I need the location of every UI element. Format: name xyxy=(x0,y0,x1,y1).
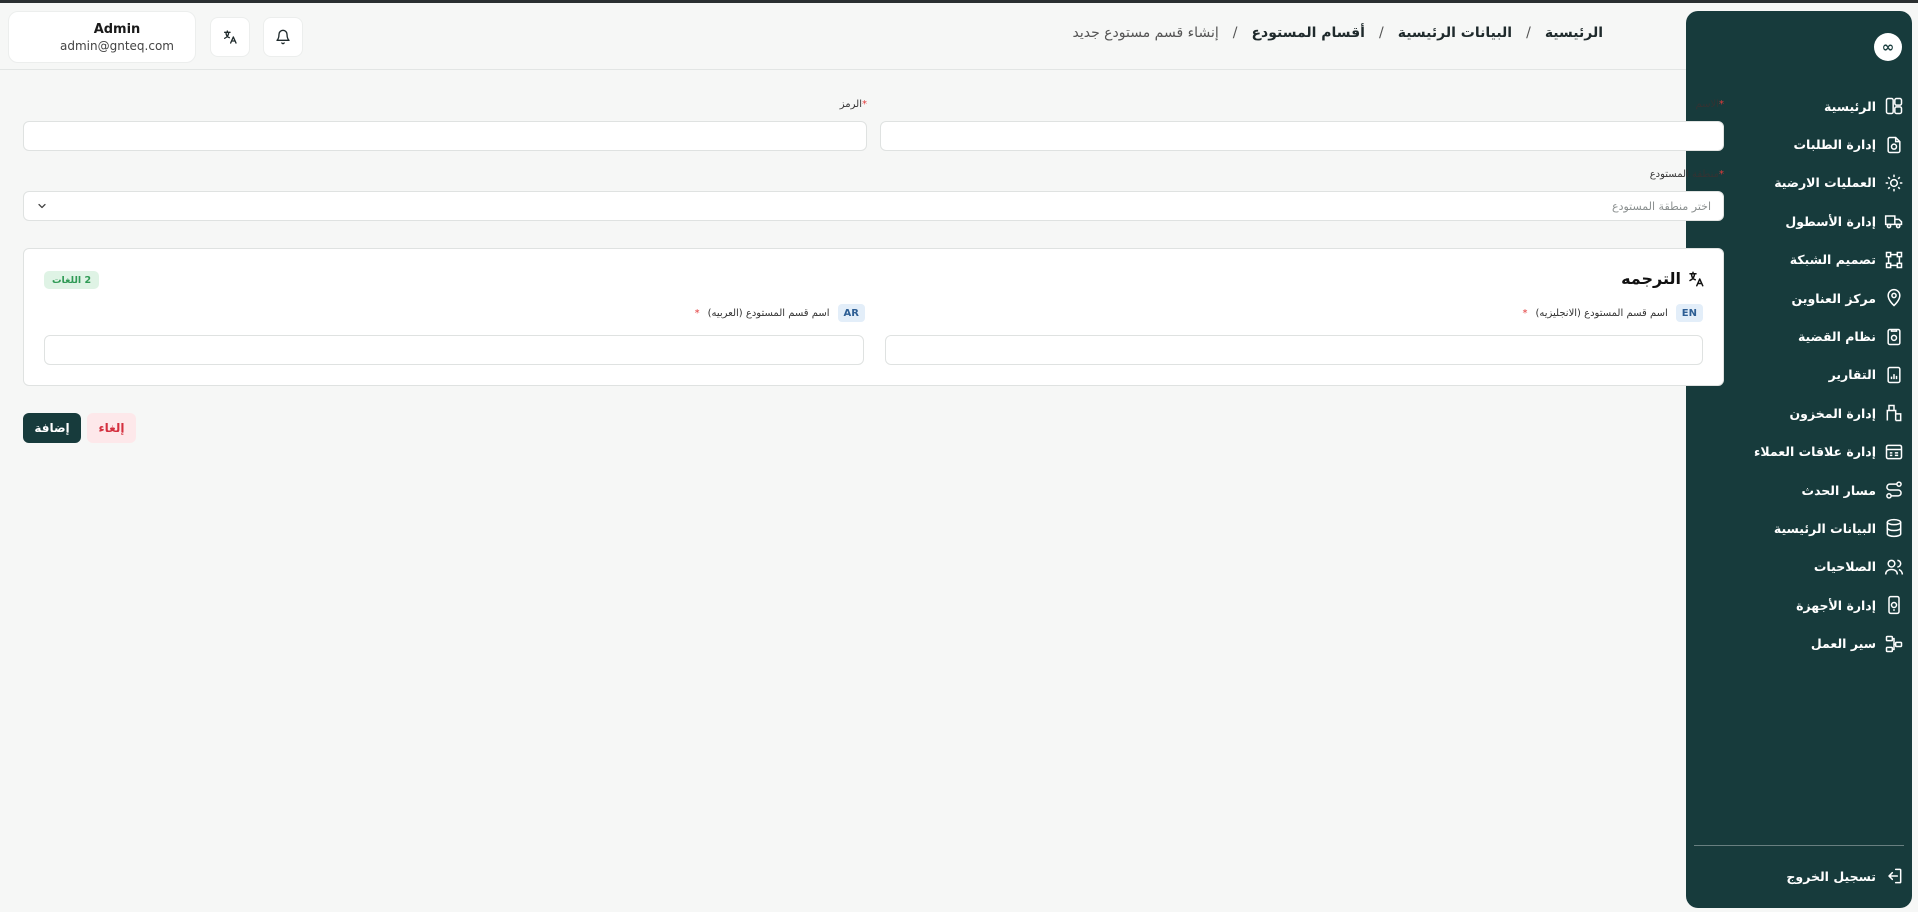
required-mark: * xyxy=(694,307,700,319)
sidebar-item-label: التقارير xyxy=(1828,367,1876,383)
chevron-down-icon xyxy=(38,203,46,209)
sidebar-item-label: الصلاحيات xyxy=(1813,559,1876,575)
sidebar-item-label: إدارة المخزون xyxy=(1789,405,1877,421)
top-header: Admin admin@gnteq.com الرئيسية / البيانا… xyxy=(0,3,1765,70)
warehouse-zone-label-text: منطقة المستودع xyxy=(1649,169,1719,180)
breadcrumb-separator: / xyxy=(1232,25,1238,41)
name-label-text: الاسم xyxy=(1695,99,1719,110)
ground-operations-icon xyxy=(1885,174,1903,192)
report-icon xyxy=(1887,366,1901,384)
english-name-label: EN اسم قسم المستودع (الانجليزيه) * xyxy=(1522,304,1703,322)
sidebar-item-label: العمليات الارضية xyxy=(1774,175,1876,191)
app-logo[interactable]: ∞ xyxy=(1874,33,1902,61)
sidebar-item-label: إدارة الأسطول xyxy=(1785,213,1876,229)
sidebar-item-label: إدارة علاقات العملاء xyxy=(1753,444,1876,460)
required-mark: * xyxy=(1719,99,1724,110)
sidebar-item-event-route[interactable]: مسار الحدث xyxy=(1686,471,1912,509)
sidebar-item-label: تصميم الشبكة xyxy=(1789,252,1876,268)
sidebar-item-crm[interactable]: إدارة علاقات العملاء xyxy=(1686,433,1912,471)
logout-label: تسجيل الخروج xyxy=(1786,868,1876,884)
name-label: *الاسم xyxy=(1695,99,1724,110)
warehouse-zone-placeholder: اختر منطقة المستودع xyxy=(1612,199,1711,213)
sidebar-item-label: سير العمل xyxy=(1810,636,1876,652)
notifications-button[interactable] xyxy=(263,17,303,57)
translate-icon xyxy=(1689,271,1704,286)
device-icon xyxy=(1888,596,1900,615)
sidebar-item-label: إدارة الطلبات xyxy=(1793,137,1876,153)
required-mark: * xyxy=(862,99,867,110)
translation-title-text: الترجمه xyxy=(1621,269,1681,288)
sidebar-item-label: إدارة الأجهزة xyxy=(1796,597,1876,613)
translation-card: الترجمه 2 اللغات EN اسم قسم المستودع (ال… xyxy=(23,248,1724,386)
required-mark: * xyxy=(1719,169,1724,180)
database-icon xyxy=(1886,519,1902,538)
sidebar-item-label: مسار الحدث xyxy=(1801,482,1876,498)
sidebar-item-inventory[interactable]: إدارة المخزون xyxy=(1686,394,1912,432)
sidebar-divider xyxy=(1694,845,1904,846)
sidebar-item-permissions[interactable]: الصلاحيات xyxy=(1686,548,1912,586)
breadcrumb: الرئيسية / البيانات الرئيسية / أقسام الم… xyxy=(1072,25,1603,41)
case-icon xyxy=(1887,328,1901,345)
bell-icon xyxy=(276,29,290,45)
breadcrumb-current: إنشاء قسم مستودع جديد xyxy=(1072,25,1219,41)
language-code-badge: AR xyxy=(837,304,865,322)
language-code-badge: EN xyxy=(1675,304,1703,322)
sidebar-item-master-data[interactable]: البيانات الرئيسية xyxy=(1686,509,1912,547)
network-icon xyxy=(1885,251,1903,268)
user-name: Admin xyxy=(93,21,141,37)
arabic-name-label-text: اسم قسم المستودع (العربيه) xyxy=(707,307,830,319)
sidebar-item-label: مركز العناوين xyxy=(1791,290,1876,306)
required-mark: * xyxy=(1522,307,1528,319)
warehouse-zone-select[interactable]: اختر منطقة المستودع xyxy=(23,191,1724,221)
breadcrumb-warehouse-sections[interactable]: أقسام المستودع xyxy=(1251,25,1365,41)
cancel-button[interactable]: إلغاء xyxy=(87,413,136,443)
workflow-icon xyxy=(1885,635,1903,652)
sidebar-item-label: نظام القضية xyxy=(1797,329,1876,345)
breadcrumb-master-data[interactable]: البيانات الرئيسية xyxy=(1398,25,1512,41)
dashboard-icon xyxy=(1885,97,1903,115)
arabic-name-label: AR اسم قسم المستودع (العربيه) * xyxy=(695,304,865,322)
route-icon xyxy=(1886,481,1902,499)
name-input[interactable] xyxy=(880,121,1724,151)
orders-icon xyxy=(1887,136,1901,153)
warehouse-zone-label: *منطقة المستودع xyxy=(1650,169,1724,180)
english-name-input[interactable] xyxy=(885,335,1703,365)
code-label: *الرمز xyxy=(840,99,867,110)
breadcrumb-home[interactable]: الرئيسية xyxy=(1545,25,1603,41)
sidebar-item-workflow[interactable]: سير العمل xyxy=(1686,624,1912,662)
code-label-text: الرمز xyxy=(839,99,862,110)
translation-title: الترجمه xyxy=(1621,269,1705,288)
english-name-label-text: اسم قسم المستودع (الانجليزيه) xyxy=(1535,307,1668,319)
language-toggle-button[interactable] xyxy=(210,17,250,57)
users-icon xyxy=(1884,559,1904,575)
sidebar-item-label: الرئيسية xyxy=(1824,98,1876,114)
code-input[interactable] xyxy=(23,121,867,151)
user-card[interactable]: Admin admin@gnteq.com xyxy=(8,11,196,63)
location-icon xyxy=(1887,289,1901,307)
logout-button[interactable]: تسجيل الخروج xyxy=(1786,866,1904,886)
inventory-icon xyxy=(1886,405,1902,422)
arabic-name-input[interactable] xyxy=(44,335,864,365)
user-email: admin@gnteq.com xyxy=(60,38,174,53)
logout-icon xyxy=(1888,868,1902,884)
breadcrumb-separator: / xyxy=(1526,25,1531,41)
translate-icon xyxy=(224,30,237,44)
languages-count-badge: 2 اللغات xyxy=(44,271,100,289)
breadcrumb-separator: / xyxy=(1378,25,1384,41)
crm-icon xyxy=(1885,444,1903,460)
sidebar-item-devices[interactable]: إدارة الأجهزة xyxy=(1686,586,1912,624)
truck-icon xyxy=(1884,215,1903,229)
sidebar-item-label: البيانات الرئيسية xyxy=(1773,520,1876,536)
add-button[interactable]: إضافة xyxy=(23,413,81,443)
